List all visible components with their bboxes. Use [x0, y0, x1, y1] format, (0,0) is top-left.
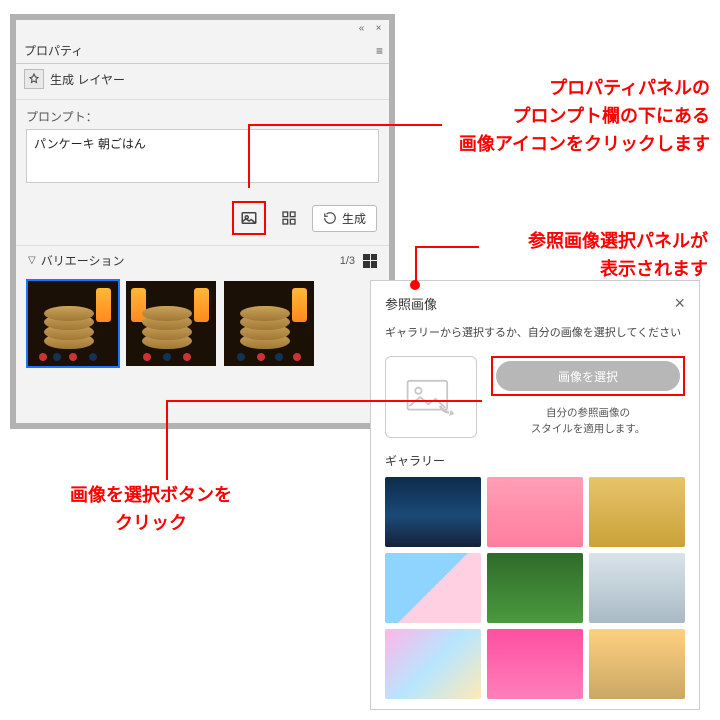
collapse-icon[interactable]: «: [355, 22, 368, 35]
connector-2h: [415, 246, 479, 248]
select-image-label: 画像を選択: [558, 368, 618, 385]
panel-menu-icon[interactable]: ≡: [376, 44, 383, 58]
generate-button[interactable]: 生成: [312, 205, 377, 232]
select-image-highlight: 画像を選択: [491, 356, 685, 396]
properties-tab-label: プロパティ: [24, 44, 83, 58]
ref-close-icon[interactable]: ×: [674, 293, 685, 314]
gallery-item-4[interactable]: [385, 553, 481, 623]
gallery-grid: [385, 477, 685, 699]
page-indicator: 1/3: [340, 255, 355, 267]
variations-label: バリエーション: [41, 252, 125, 269]
properties-tab[interactable]: プロパティ ≡: [16, 38, 389, 64]
annotation-2: 参照画像選択パネルが 表示されます: [528, 228, 708, 284]
variation-thumbnails: [16, 273, 389, 374]
annotation-1: プロパティパネルの プロンプト欄の下にある 画像アイコンをクリックします: [459, 75, 710, 159]
connector-3v: [166, 400, 168, 480]
layer-name: 生成 レイヤー: [50, 71, 125, 88]
gallery-item-7[interactable]: [385, 629, 481, 699]
layer-row: 生成 レイヤー: [16, 64, 389, 100]
prompt-input[interactable]: パンケーキ 朝ごはん: [26, 129, 379, 183]
select-image-desc: 自分の参照画像のスタイルを適用します。: [491, 406, 685, 438]
prompt-toolbar: 生成: [16, 183, 389, 245]
prompt-value: パンケーキ 朝ごはん: [34, 137, 146, 151]
panel-titlebar: « ×: [16, 20, 389, 38]
variations-header: ▽ バリエーション 1/3: [16, 245, 389, 273]
ref-dropzone[interactable]: [385, 356, 477, 438]
gallery-item-6[interactable]: [589, 553, 685, 623]
style-grid-button[interactable]: [276, 205, 302, 231]
variation-thumb-1[interactable]: [28, 281, 118, 366]
ref-panel-desc: ギャラリーから選択するか、自分の画像を選択してください: [385, 324, 685, 340]
connector-3h: [166, 400, 482, 402]
gallery-item-5[interactable]: [487, 553, 583, 623]
grid-view-icon[interactable]: [363, 254, 377, 268]
gallery-item-3[interactable]: [589, 477, 685, 547]
reference-image-panel: 参照画像 × ギャラリーから選択するか、自分の画像を選択してください 画像を選択: [370, 280, 700, 710]
chevron-down-icon[interactable]: ▽: [28, 255, 36, 266]
gallery-item-9[interactable]: [589, 629, 685, 699]
annotation-3: 画像を選択ボタンを クリック: [70, 482, 232, 538]
variation-thumb-2[interactable]: [126, 281, 216, 366]
variation-thumb-3[interactable]: [224, 281, 314, 366]
connector-1h: [248, 124, 442, 126]
select-image-button[interactable]: 画像を選択: [496, 361, 680, 391]
reference-image-button[interactable]: [232, 201, 266, 235]
connector-1v: [248, 124, 250, 188]
connector-2v: [415, 246, 417, 284]
generate-label: 生成: [342, 210, 366, 227]
pin-icon[interactable]: [24, 69, 44, 89]
close-icon[interactable]: ×: [372, 22, 385, 35]
gallery-item-8[interactable]: [487, 629, 583, 699]
connector-2-dot: [410, 280, 420, 290]
properties-panel: « × プロパティ ≡ 生成 レイヤー プロンプト： パンケーキ 朝ごはん: [10, 14, 395, 429]
gallery-label: ギャラリー: [385, 452, 685, 469]
gallery-item-2[interactable]: [487, 477, 583, 547]
gallery-item-1[interactable]: [385, 477, 481, 547]
ref-panel-title: 参照画像: [385, 294, 437, 313]
